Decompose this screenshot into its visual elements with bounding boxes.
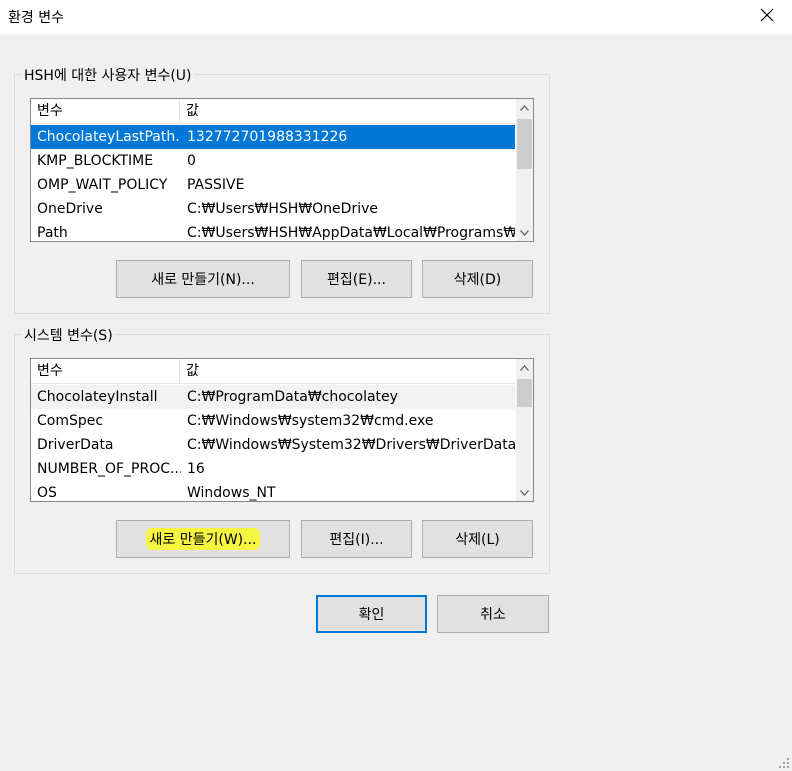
resize-grip-icon[interactable] — [778, 757, 790, 769]
table-row[interactable]: OMP_WAIT_POLICY PASSIVE — [31, 173, 515, 197]
user-edit-button[interactable]: 편집(E)... — [301, 260, 412, 298]
column-header-value[interactable]: 값 — [180, 99, 515, 123]
column-header-name[interactable]: 변수 — [31, 99, 180, 123]
table-row[interactable]: DriverData C:₩Windows₩System32₩Drivers₩D… — [31, 433, 515, 457]
chevron-up-icon — [520, 104, 529, 111]
table-row[interactable]: ComSpec C:₩Windows₩system32₩cmd.exe — [31, 409, 515, 433]
column-header-value[interactable]: 값 — [180, 359, 515, 383]
chevron-up-icon — [520, 364, 529, 371]
table-row[interactable]: ChocolateyLastPath... 132772701988331226 — [31, 125, 515, 149]
user-variables-list[interactable]: 변수 값 ChocolateyLastPath... 1327727019883… — [30, 98, 534, 242]
scroll-thumb[interactable] — [517, 379, 532, 407]
list-header: 변수 값 — [31, 99, 515, 124]
system-new-button-label: 새로 만들기(W)... — [145, 528, 261, 550]
chevron-down-icon — [520, 229, 529, 236]
system-new-button[interactable]: 새로 만들기(W)... — [116, 520, 290, 558]
scroll-up-button[interactable] — [516, 99, 533, 116]
vertical-scrollbar[interactable] — [516, 99, 533, 241]
table-row[interactable]: OneDrive C:₩Users₩HSH₩OneDrive — [31, 197, 515, 221]
scroll-up-button[interactable] — [516, 359, 533, 376]
column-header-name[interactable]: 변수 — [31, 359, 180, 383]
title-bar: 환경 변수 — [0, 0, 792, 34]
system-delete-button[interactable]: 삭제(L) — [422, 520, 533, 558]
close-icon — [760, 8, 774, 22]
scroll-down-button[interactable] — [516, 224, 533, 241]
scroll-thumb[interactable] — [517, 119, 532, 169]
list-header: 변수 값 — [31, 359, 515, 384]
table-row[interactable]: NUMBER_OF_PROC... 16 — [31, 457, 515, 481]
table-row[interactable]: Path C:₩Users₩HSH₩AppData₩Local₩Programs… — [31, 221, 515, 241]
user-delete-button[interactable]: 삭제(D) — [422, 260, 533, 298]
system-variables-label: 시스템 변수(S) — [22, 325, 115, 345]
user-variables-label: HSH에 대한 사용자 변수(U) — [22, 65, 194, 85]
system-variables-list[interactable]: 변수 값 ChocolateyInstall C:₩ProgramData₩ch… — [30, 358, 534, 502]
chevron-down-icon — [520, 489, 529, 496]
system-edit-button[interactable]: 편집(I)... — [301, 520, 412, 558]
scroll-down-button[interactable] — [516, 484, 533, 501]
table-row[interactable]: ChocolateyInstall C:₩ProgramData₩chocola… — [31, 385, 515, 409]
window-title: 환경 변수 — [8, 10, 64, 26]
vertical-scrollbar[interactable] — [516, 359, 533, 501]
cancel-button[interactable]: 취소 — [437, 595, 549, 633]
ok-button[interactable]: 확인 — [316, 595, 427, 633]
table-row[interactable]: OS Windows_NT — [31, 481, 515, 501]
user-new-button[interactable]: 새로 만들기(N)... — [116, 260, 290, 298]
close-button[interactable] — [750, 0, 784, 30]
table-row[interactable]: KMP_BLOCKTIME 0 — [31, 149, 515, 173]
